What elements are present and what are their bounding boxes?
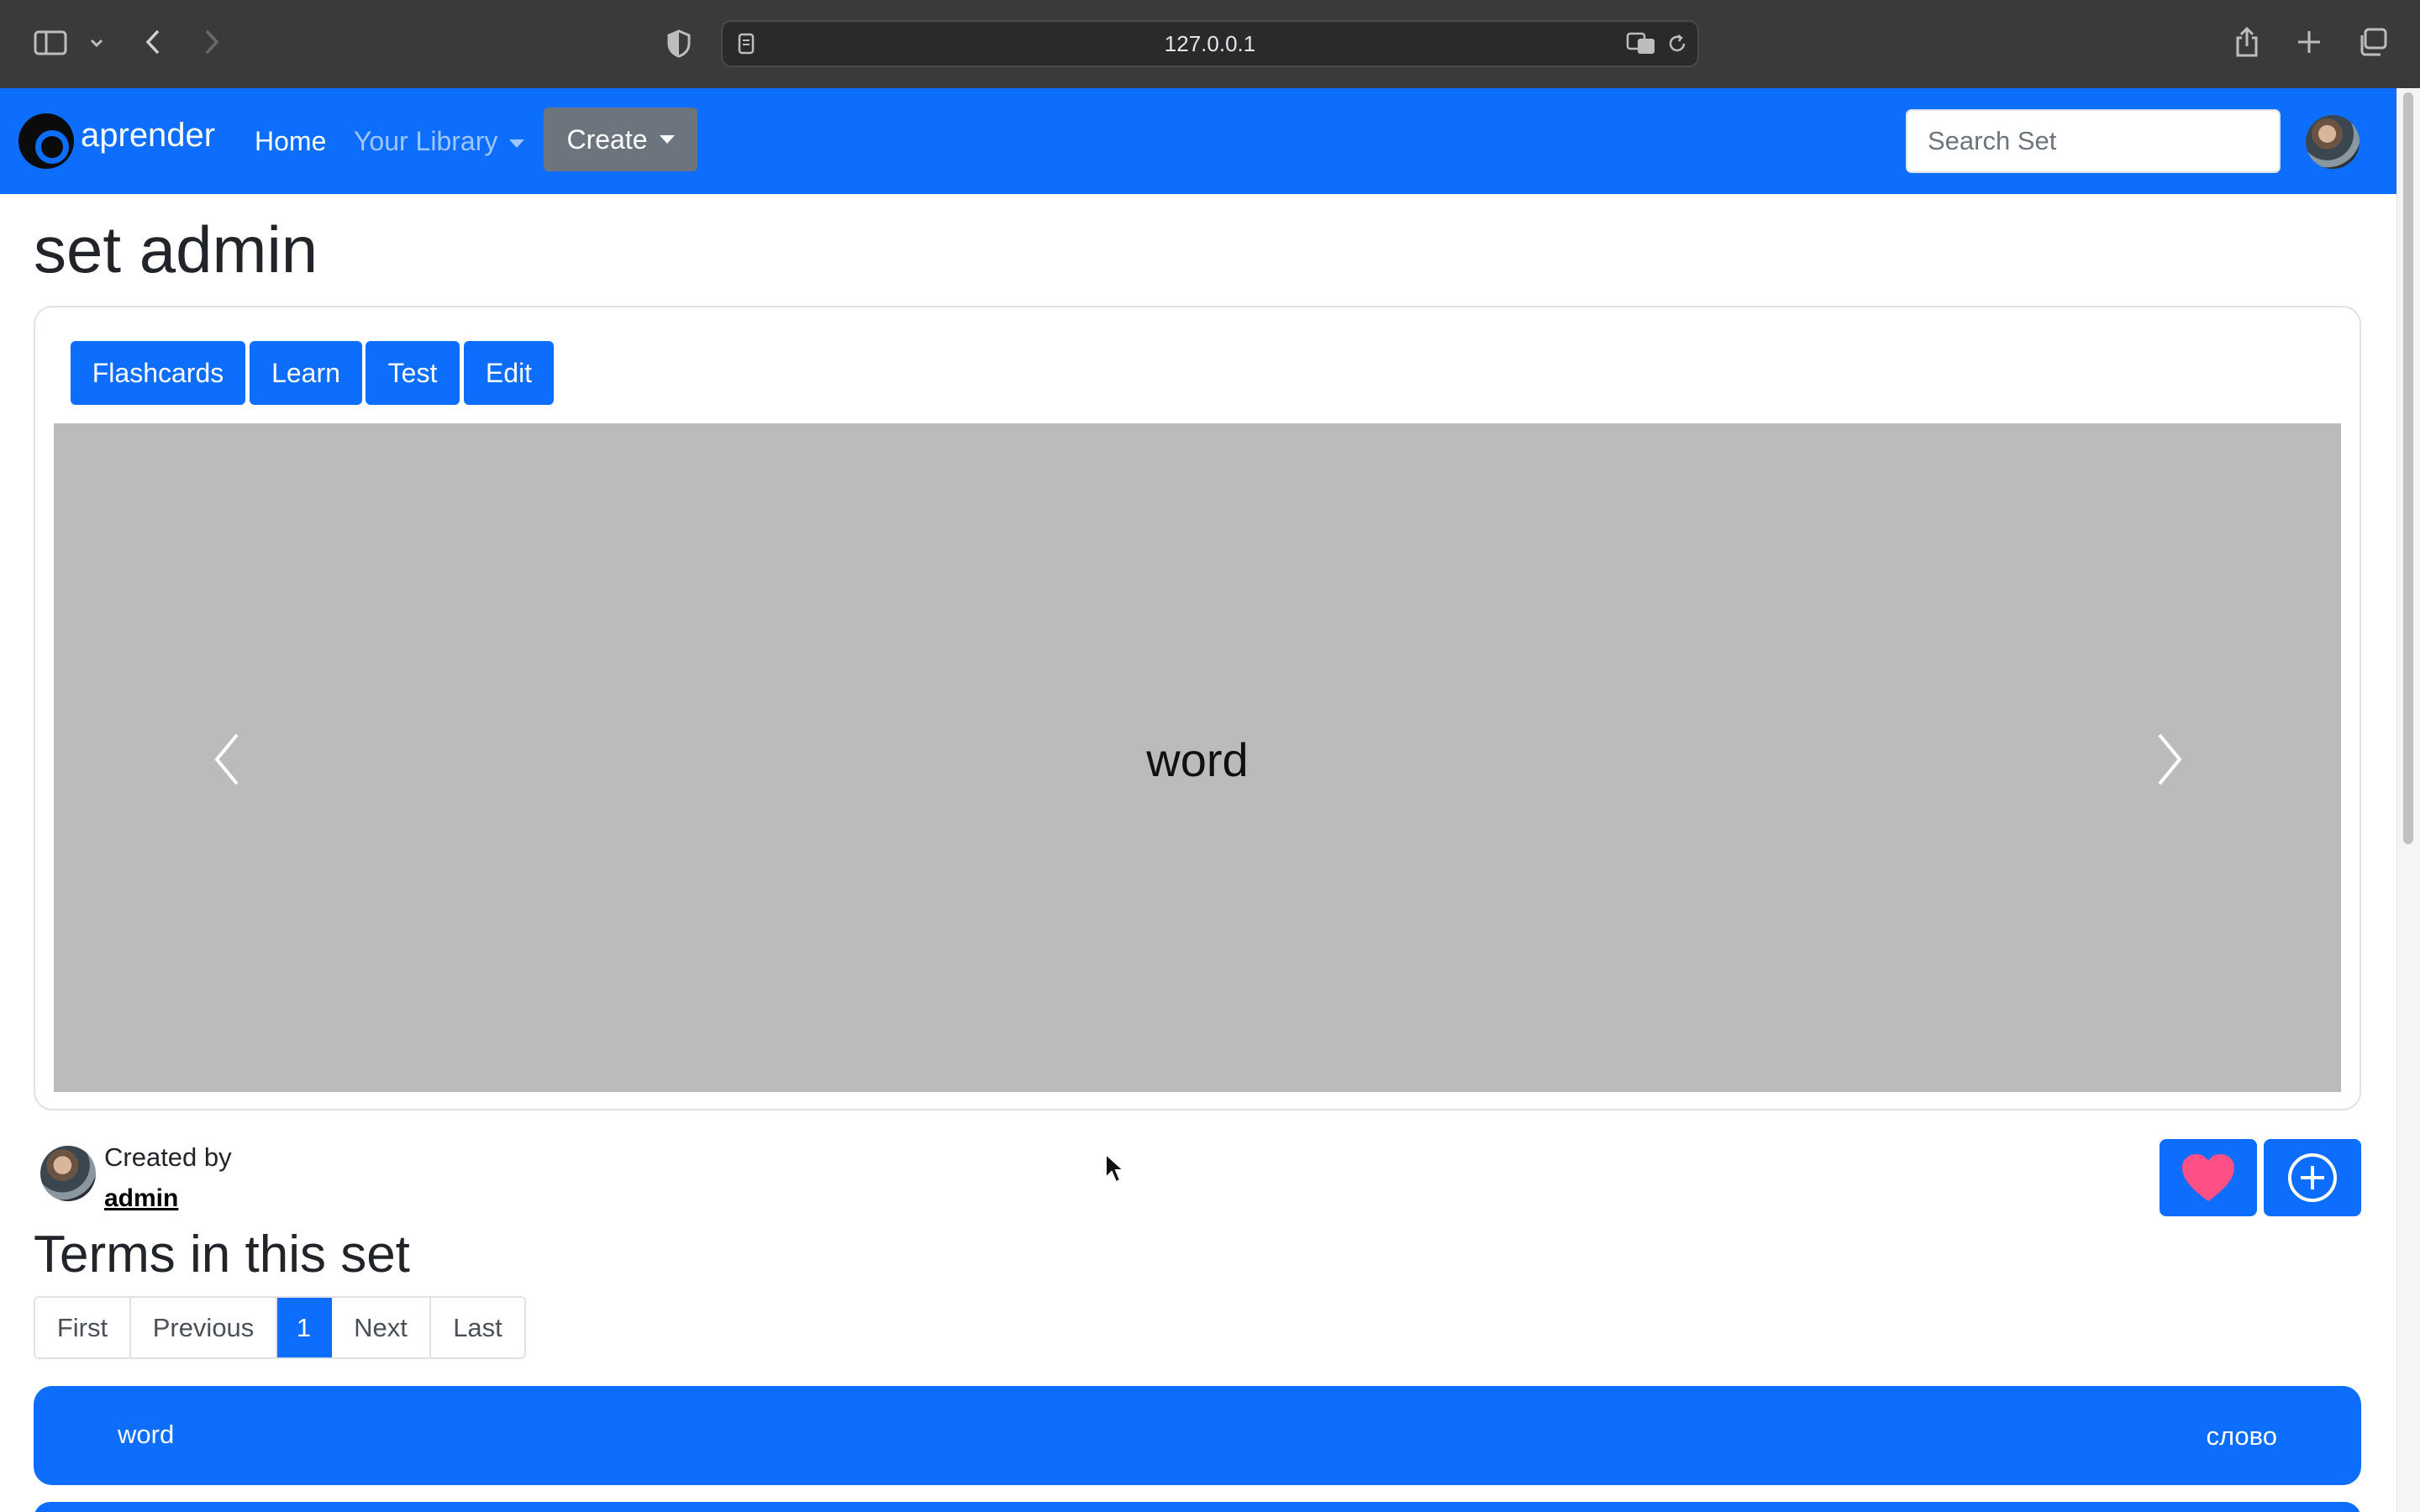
caret-down-icon [659,135,675,144]
share-icon[interactable] [2230,24,2264,60]
tab-overview-icon[interactable] [2354,25,2390,59]
page-title: set admin [34,213,318,286]
nav-home-link[interactable]: Home [255,126,326,157]
creator-avatar [40,1146,96,1201]
terms-section-title: Terms in this set [34,1226,410,1284]
browser-toolbar: 127.0.0.1 [0,0,2420,88]
pagination: First Previous 1 Next Last [34,1296,526,1359]
heart-icon [2182,1154,2234,1201]
favorite-button[interactable] [2160,1139,2257,1216]
carousel-prev-icon[interactable] [210,730,244,789]
carousel-next-icon[interactable] [2153,730,2186,789]
translate-icon[interactable] [1625,30,1659,57]
new-tab-icon[interactable] [2292,25,2326,59]
top-navbar: aprender Home Your Library Create [0,88,2396,194]
term-row[interactable] [34,1502,2361,1512]
search-set-input[interactable] [1906,109,2281,173]
url-text: 127.0.0.1 [1164,31,1256,56]
page-1-link[interactable]: 1 [277,1298,332,1357]
brand-name[interactable]: aprender [81,117,215,155]
flashcard[interactable]: word [54,423,2341,1092]
back-icon[interactable] [138,25,168,59]
brand-logo-icon[interactable] [18,113,74,169]
term-row[interactable]: word слово [34,1386,2361,1485]
page-scrollbar-thumb[interactable] [2403,92,2413,844]
term-definition: слово [2206,1421,2277,1451]
nav-library-dropdown[interactable]: Your Library [354,126,525,157]
page-first-link[interactable]: First [35,1298,131,1357]
privacy-shield-icon[interactable] [664,27,694,60]
learn-button[interactable]: Learn [250,341,362,405]
chevron-down-icon[interactable] [84,30,109,55]
create-label: Create [566,123,648,155]
created-by-label: Created by [104,1142,232,1172]
nav-library-label: Your Library [354,126,498,156]
test-button[interactable]: Test [366,341,460,405]
plus-circle-icon [2288,1153,2337,1202]
add-to-folder-button[interactable] [2264,1139,2361,1216]
create-dropdown-button[interactable]: Create [544,108,697,171]
page-last-link[interactable]: Last [431,1298,524,1357]
term-text: word [118,1420,175,1449]
mouse-cursor-icon [1104,1152,1126,1189]
caret-down-icon [509,139,525,148]
creator-profile-link[interactable]: admin [104,1184,178,1213]
flashcards-button[interactable]: Flashcards [71,341,245,405]
page-next-link[interactable]: Next [332,1298,431,1357]
flashcard-term: word [1146,733,1249,786]
sidebar-toggle-icon[interactable] [30,25,71,60]
address-bar[interactable]: 127.0.0.1 [721,20,1699,67]
reload-icon[interactable] [1664,30,1691,57]
forward-icon[interactable] [197,25,227,59]
user-avatar[interactable] [2306,115,2360,169]
page-previous-link[interactable]: Previous [131,1298,277,1357]
edit-button[interactable]: Edit [464,341,554,405]
